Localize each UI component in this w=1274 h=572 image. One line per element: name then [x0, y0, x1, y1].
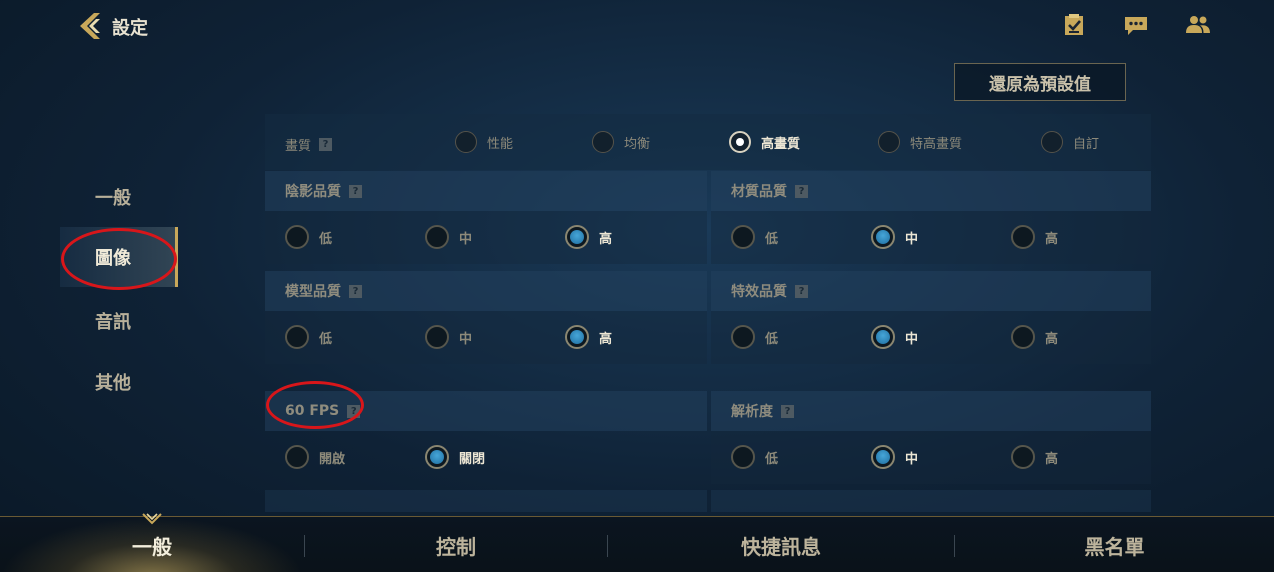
shadow-option-high[interactable]: 高 — [565, 225, 612, 249]
texture-option-medium[interactable]: 中 — [871, 225, 918, 249]
quality-preset-row: 畫質? 性能 均衡 高畫質 特高畫質 自訂 — [265, 114, 1151, 170]
radio-button-selected[interactable] — [425, 445, 449, 469]
back-arrow-icon[interactable] — [74, 10, 106, 42]
bottom-tab-bar: 一般 控制 快捷訊息 黑名單 — [0, 513, 1274, 572]
effects-option-high[interactable]: 高 — [1011, 325, 1058, 349]
resolution-panel: 解析度? 低 中 高 — [711, 391, 1151, 484]
help-icon[interactable]: ? — [319, 138, 333, 151]
resolution-option-high[interactable]: 高 — [1011, 445, 1058, 469]
fps-panel: 60 FPS? 開啟 關閉 — [265, 391, 707, 484]
help-icon[interactable]: ? — [349, 284, 362, 298]
radio-button-selected[interactable] — [565, 325, 589, 349]
tab-controls[interactable]: 控制 — [305, 517, 607, 572]
help-icon[interactable]: ? — [781, 404, 794, 418]
radio-button[interactable] — [285, 445, 309, 469]
help-icon[interactable]: ? — [347, 404, 361, 418]
model-option-medium[interactable]: 中 — [425, 325, 472, 349]
model-option-high[interactable]: 高 — [565, 325, 612, 349]
radio-button[interactable] — [731, 445, 755, 469]
effects-quality-panel: 特效品質? 低 中 高 — [711, 271, 1151, 364]
graphics-settings-panel: 畫質? 性能 均衡 高畫質 特高畫質 自訂 陰影品質? 低 中 高 材質品質 ?… — [265, 114, 1151, 512]
model-option-low[interactable]: 低 — [285, 325, 332, 349]
sidebar-item-audio[interactable]: 音訊 — [60, 291, 178, 351]
quality-option-performance[interactable]: 性能 — [455, 131, 513, 153]
chat-icon[interactable] — [1123, 12, 1149, 38]
radio-button-selected[interactable] — [871, 325, 895, 349]
tab-blacklist[interactable]: 黑名單 — [955, 517, 1274, 572]
friends-icon[interactable] — [1185, 12, 1211, 38]
model-quality-panel: 模型品質? 低 中 高 — [265, 271, 707, 364]
quality-option-custom[interactable]: 自訂 — [1041, 131, 1099, 153]
next-setting-row-partial — [265, 490, 707, 512]
radio-button[interactable] — [425, 325, 449, 349]
radio-button[interactable] — [731, 325, 755, 349]
help-icon[interactable]: ? — [795, 284, 808, 298]
fps-option-on[interactable]: 開啟 — [285, 445, 345, 469]
quality-option-high[interactable]: 高畫質 — [729, 131, 800, 153]
radio-button[interactable] — [1041, 131, 1063, 153]
help-icon[interactable]: ? — [349, 184, 362, 198]
effects-option-medium[interactable]: 中 — [871, 325, 918, 349]
quality-label: 畫質? — [285, 135, 333, 154]
shadow-quality-panel: 陰影品質? 低 中 高 — [265, 171, 707, 264]
texture-quality-panel: 材質品質? 低 中 高 — [711, 171, 1151, 264]
resolution-option-low[interactable]: 低 — [731, 445, 778, 469]
shadow-option-medium[interactable]: 中 — [425, 225, 472, 249]
page-title: 設定 — [112, 18, 148, 39]
next-setting-row-partial — [711, 490, 1151, 512]
shadow-option-low[interactable]: 低 — [285, 225, 332, 249]
radio-button-selected[interactable] — [565, 225, 589, 249]
tab-general[interactable]: 一般 — [0, 517, 304, 572]
quality-option-ultra[interactable]: 特高畫質 — [878, 131, 962, 153]
sidebar-item-other[interactable]: 其他 — [60, 352, 178, 412]
radio-button[interactable] — [455, 131, 477, 153]
radio-button[interactable] — [1011, 225, 1035, 249]
radio-button[interactable] — [285, 325, 309, 349]
texture-option-high[interactable]: 高 — [1011, 225, 1058, 249]
sidebar-item-general[interactable]: 一般 — [60, 167, 178, 227]
reset-to-default-button[interactable]: 還原為預設值 — [954, 63, 1126, 101]
quality-option-balanced[interactable]: 均衡 — [592, 131, 650, 153]
radio-button[interactable] — [592, 131, 614, 153]
radio-button-selected[interactable] — [871, 225, 895, 249]
radio-button[interactable] — [1011, 325, 1035, 349]
tab-quick-messages[interactable]: 快捷訊息 — [608, 517, 954, 572]
texture-option-low[interactable]: 低 — [731, 225, 778, 249]
fps-option-off[interactable]: 關閉 — [425, 445, 485, 469]
radio-button[interactable] — [285, 225, 309, 249]
resolution-option-medium[interactable]: 中 — [871, 445, 918, 469]
radio-button[interactable] — [1011, 445, 1035, 469]
sidebar-item-graphics[interactable]: 圖像 — [60, 227, 178, 287]
radio-button[interactable] — [425, 225, 449, 249]
radio-button-selected[interactable] — [871, 445, 895, 469]
checklist-icon[interactable] — [1061, 12, 1087, 38]
top-bar: 設定 — [0, 0, 1274, 52]
radio-button-selected[interactable] — [729, 131, 751, 153]
radio-button[interactable] — [878, 131, 900, 153]
radio-button[interactable] — [731, 225, 755, 249]
effects-option-low[interactable]: 低 — [731, 325, 778, 349]
help-icon[interactable]: ? — [795, 184, 808, 198]
